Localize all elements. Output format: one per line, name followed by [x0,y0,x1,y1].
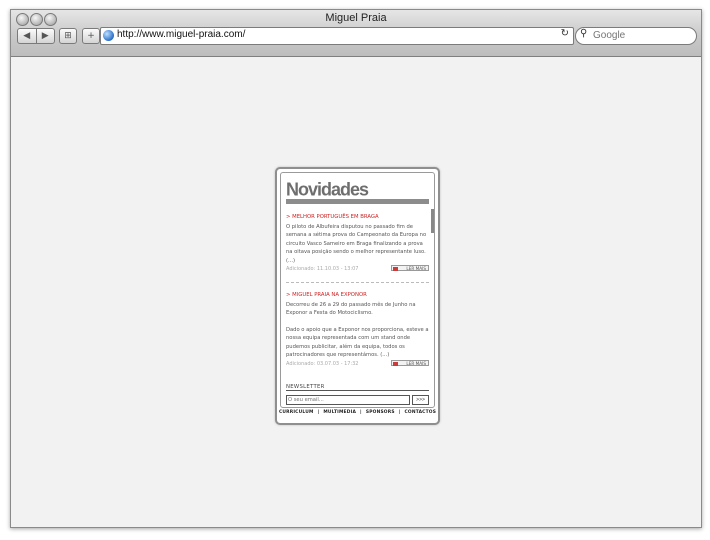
article-meta: Adicionado: 11.10.03 - 13:07 LER MAIS [286,265,429,274]
article-body: O piloto de Albufeira disputou no passad… [286,223,427,264]
add-bookmark-button[interactable]: + [82,28,100,44]
article-title-link[interactable]: > MIGUEL PRAIA NA EXPONOR [286,291,429,300]
news-heading: Novidades [286,178,369,200]
newsletter-form: >>> [286,395,429,405]
history-nav-group: ◀ ▶ [17,28,55,44]
url-text[interactable]: http://www.miguel-praia.com/ [117,29,245,40]
nav-separator: | [360,410,362,415]
nav-link-contactos[interactable]: CONTACTOS [405,410,437,415]
footer-nav: CURRICULUM | MULTIMEDIA | SPONSORS | CONTACTOS [277,410,438,415]
newsletter-underline [286,390,429,391]
browser-window: Miguel Praia ◀ ▶ ⊞ + http://www.miguel-p… [10,9,702,528]
article-divider [286,282,429,283]
window-title: Miguel Praia [325,12,387,24]
newsletter-section: NEWSLETTER >>> [286,384,429,405]
news-article: > MIGUEL PRAIA NA EXPONOR Decorreu de 26… [286,291,429,369]
nav-link-multimedia[interactable]: MULTIMEDIA [323,410,356,415]
article-title-link[interactable]: > MELHOR PORTUGUÊS EM BRAGA [286,213,429,222]
article-date: Adicionado: 03.07.03 - 17:32 [286,360,359,367]
search-field[interactable]: ⚲ [575,27,697,45]
read-more-icon [393,267,398,271]
newsletter-submit-button[interactable]: >>> [412,395,429,405]
title-bar: Miguel Praia ◀ ▶ ⊞ + http://www.miguel-p… [11,10,701,57]
news-widget: Novidades > MELHOR PORTUGUÊS EM BRAGA O … [275,167,440,425]
reload-icon[interactable]: ↻ [561,28,569,39]
article-date: Adicionado: 11.10.03 - 13:07 [286,266,359,272]
page-content: Novidades > MELHOR PORTUGUÊS EM BRAGA O … [11,57,701,527]
article-body-cont: Dado o apoio que a Exponor nos proporcio… [286,326,429,359]
heading-underline [286,199,429,204]
nav-separator: | [317,410,320,415]
back-button[interactable]: ◀ [18,29,36,43]
read-more-button[interactable]: LER MAIS [391,359,429,366]
read-more-button[interactable]: LER MAIS [391,265,429,271]
nav-link-curriculum[interactable]: CURRICULUM [279,410,314,415]
search-input[interactable] [593,29,689,42]
article-body: Decorreu de 26 a 29 do passado mês de Ju… [286,301,416,317]
news-article: > MELHOR PORTUGUÊS EM BRAGA O piloto de … [286,213,429,274]
scrollbar-thumb[interactable] [431,209,434,233]
newsletter-email-input[interactable] [286,395,411,405]
bookmarks-button[interactable]: ⊞ [59,28,77,44]
globe-icon [103,30,114,41]
search-icon: ⚲ [580,28,588,39]
article-meta: Adicionado: 03.07.03 - 17:32 LER MAIS [286,359,429,369]
forward-button[interactable]: ▶ [35,29,55,43]
read-more-icon [393,361,398,366]
nav-separator: | [398,410,401,415]
nav-link-sponsors[interactable]: SPONSORS [366,410,395,415]
news-panel[interactable]: Novidades > MELHOR PORTUGUÊS EM BRAGA O … [280,172,435,408]
address-bar[interactable]: http://www.miguel-praia.com/ ↻ [100,27,574,45]
